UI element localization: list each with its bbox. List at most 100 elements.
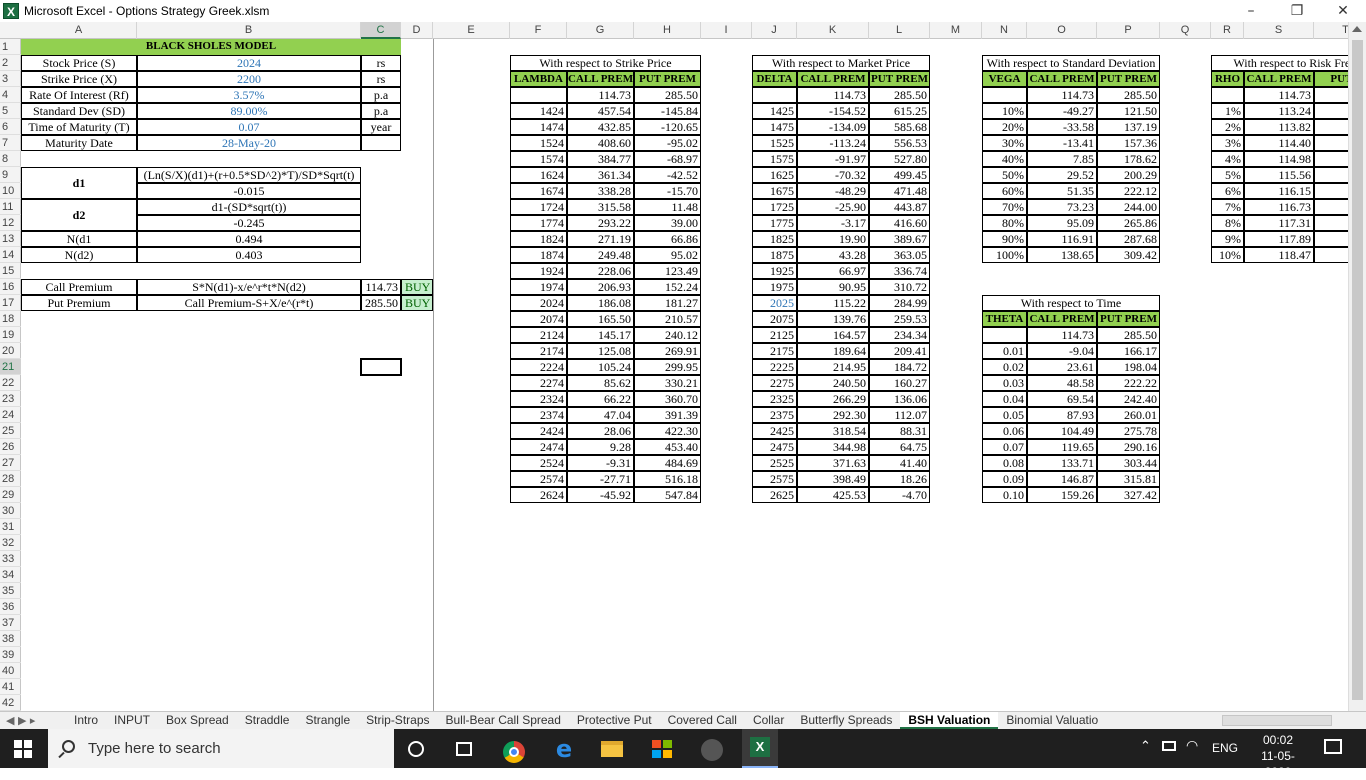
theta-base[interactable]: 285.50 [1097,327,1160,343]
close-button[interactable]: ✕ [1320,0,1366,22]
column-header-l[interactable]: L [869,22,930,39]
theta-cell[interactable]: -9.04 [1027,343,1097,359]
theta-header[interactable]: THETA [982,311,1027,327]
input-label[interactable]: Maturity Date [21,135,137,151]
lambda-cell[interactable]: 206.93 [567,279,634,295]
input-unit[interactable] [361,135,401,151]
lambda-cell[interactable]: 181.27 [634,295,701,311]
rho-cell[interactable]: 117.31 [1244,215,1314,231]
theta-cell[interactable]: 222.22 [1097,375,1160,391]
vertical-scrollbar[interactable] [1348,22,1366,711]
lambda-cell[interactable]: -95.02 [634,135,701,151]
call-premium-value[interactable]: 114.73 [361,279,401,295]
rho-base[interactable]: 2 [1314,87,1348,103]
theta-cell[interactable]: 0.02 [982,359,1027,375]
delta-cell[interactable]: 240.50 [797,375,869,391]
theta-cell[interactable]: 198.04 [1097,359,1160,375]
vega-cell[interactable]: 60% [982,183,1027,199]
row-header-17[interactable]: 17 [0,295,21,311]
minimize-button[interactable]: – [1228,0,1274,22]
row-header-9[interactable]: 9 [0,167,21,183]
delta-cell[interactable]: 499.45 [869,167,930,183]
rho-cell[interactable]: 116.73 [1244,199,1314,215]
theta-cell[interactable]: 0.08 [982,455,1027,471]
row-header-14[interactable]: 14 [0,247,21,263]
call-premium-formula[interactable]: S*N(d1)-x/e^r*t*N(d2) [137,279,361,295]
vega-cell[interactable]: 10% [982,103,1027,119]
lambda-cell[interactable]: 2174 [510,343,567,359]
delta-cell[interactable]: 2425 [752,423,797,439]
lambda-cell[interactable]: 2424 [510,423,567,439]
column-header-c[interactable]: C [361,22,401,39]
lambda-header[interactable]: LAMBDA [510,71,567,87]
delta-cell[interactable]: -48.29 [797,183,869,199]
delta-cell[interactable]: 2075 [752,311,797,327]
theta-base[interactable]: 114.73 [1027,327,1097,343]
delta-cell[interactable]: 2125 [752,327,797,343]
column-header-k[interactable]: K [797,22,869,39]
lambda-cell[interactable]: 315.58 [567,199,634,215]
delta-cell[interactable]: 209.41 [869,343,930,359]
theta-cell[interactable]: 0.04 [982,391,1027,407]
column-header-o[interactable]: O [1027,22,1097,39]
theta-cell[interactable]: 119.65 [1027,439,1097,455]
language-indicator[interactable]: ENG [1212,741,1238,755]
call-action-badge[interactable]: BUY [401,279,433,295]
vega-cell[interactable]: 200.29 [1097,167,1160,183]
theta-cell[interactable]: 327.42 [1097,487,1160,503]
delta-cell[interactable]: 310.72 [869,279,930,295]
lambda-cell[interactable]: 39.00 [634,215,701,231]
model-title[interactable]: BLACK SHOLES MODEL [21,39,401,55]
vega-cell[interactable]: 90% [982,231,1027,247]
delta-cell[interactable]: 1725 [752,199,797,215]
vega-title[interactable]: With respect to Standard Deviation [982,55,1160,71]
windows-start-icon[interactable] [14,740,32,758]
rho-cell[interactable]: 114.98 [1244,151,1314,167]
rho-header[interactable]: CALL PREM [1244,71,1314,87]
delta-cell[interactable]: 90.95 [797,279,869,295]
delta-cell[interactable]: 18.26 [869,471,930,487]
vega-cell[interactable]: 51.35 [1027,183,1097,199]
lambda-cell[interactable]: 484.69 [634,455,701,471]
vega-cell[interactable]: 244.00 [1097,199,1160,215]
lambda-cell[interactable]: 547.84 [634,487,701,503]
row-header-34[interactable]: 34 [0,567,21,583]
store-icon[interactable] [648,735,676,763]
delta-cell[interactable]: 336.74 [869,263,930,279]
vega-cell[interactable]: 20% [982,119,1027,135]
theta-cell[interactable]: 315.81 [1097,471,1160,487]
vega-cell[interactable]: 100% [982,247,1027,263]
delta-cell[interactable]: 2175 [752,343,797,359]
rho-cell[interactable]: 113.24 [1244,103,1314,119]
delta-cell[interactable]: 112.07 [869,407,930,423]
lambda-cell[interactable]: 2374 [510,407,567,423]
delta-cell[interactable]: 189.64 [797,343,869,359]
lambda-cell[interactable]: -9.31 [567,455,634,471]
lambda-cell[interactable]: 330.21 [634,375,701,391]
row-header-35[interactable]: 35 [0,583,21,599]
sheet-tab-collar[interactable]: Collar [745,712,792,729]
delta-cell[interactable]: 1425 [752,103,797,119]
lambda-cell[interactable]: 186.08 [567,295,634,311]
lambda-cell[interactable]: -120.65 [634,119,701,135]
column-header-j[interactable]: J [752,22,797,39]
scroll-up-icon[interactable] [1352,26,1362,32]
delta-cell[interactable]: 344.98 [797,439,869,455]
lambda-cell[interactable]: -68.97 [634,151,701,167]
theta-cell[interactable]: 159.26 [1027,487,1097,503]
row-header-29[interactable]: 29 [0,487,21,503]
delta-cell[interactable]: 1675 [752,183,797,199]
rho-cell[interactable]: 117.89 [1244,231,1314,247]
lambda-cell[interactable]: 2324 [510,391,567,407]
rho-header[interactable]: RHO [1211,71,1244,87]
d1-value[interactable]: -0.015 [137,183,361,199]
lambda-base[interactable]: 285.50 [634,87,701,103]
rho-cell[interactable]: 2 [1314,215,1348,231]
sheet-tab-intro[interactable]: Intro [66,712,106,729]
rho-cell[interactable]: 114.40 [1244,135,1314,151]
lambda-header[interactable]: PUT PREM [634,71,701,87]
lambda-cell[interactable]: 2224 [510,359,567,375]
delta-cell[interactable]: 1975 [752,279,797,295]
nd2-value[interactable]: 0.403 [137,247,361,263]
theta-cell[interactable]: 0.10 [982,487,1027,503]
